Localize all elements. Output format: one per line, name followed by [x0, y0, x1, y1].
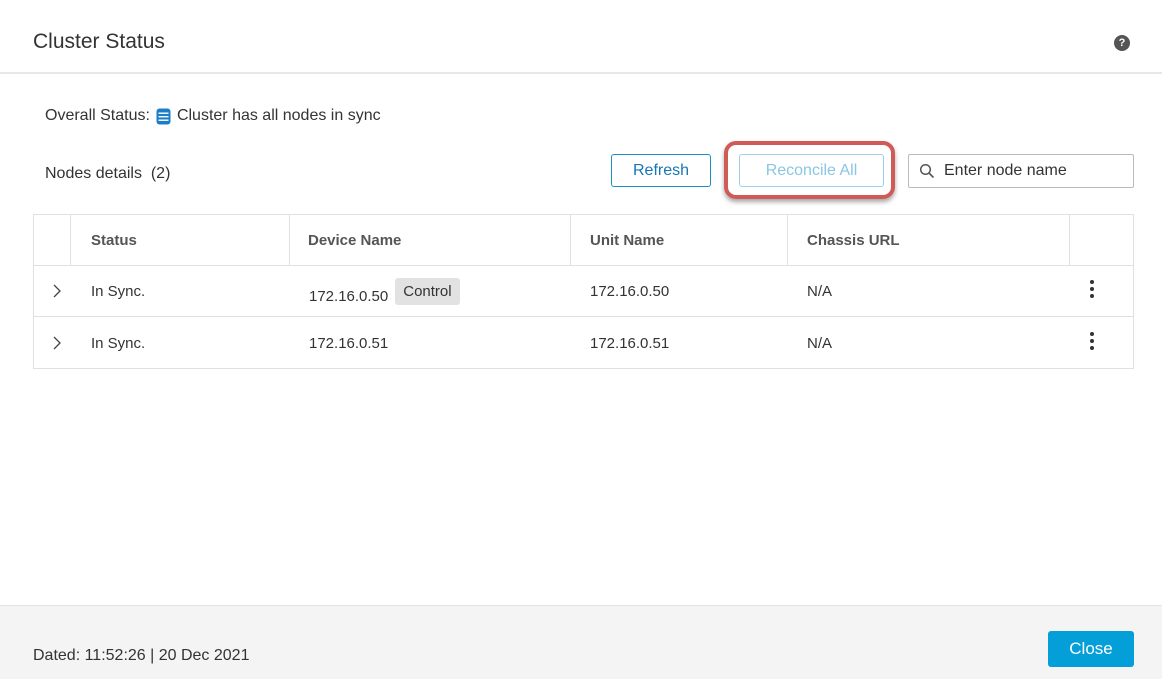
database-icon: [156, 108, 171, 124]
question-circle-icon[interactable]: ?: [1114, 35, 1130, 51]
search-input[interactable]: [944, 162, 1124, 180]
overall-status-text: Cluster has all nodes in sync: [176, 107, 381, 124]
nodes-count: (2): [150, 165, 171, 182]
nodes-details-heading: Nodes details (2): [45, 165, 170, 183]
dialog-header: Cluster Status ?: [0, 0, 1162, 74]
chevron-right-icon[interactable]: [52, 335, 62, 351]
reconcile-all-button[interactable]: Reconcile All: [739, 154, 884, 187]
row-unit-name: 172.16.0.50: [590, 283, 670, 300]
overall-status: Overall Status: Cluster has all nodes in…: [45, 107, 381, 125]
table-row: In Sync. 172.16.0.51 172.16.0.51 N/A: [34, 318, 1133, 369]
chevron-right-icon[interactable]: [52, 283, 62, 299]
more-options-icon[interactable]: [1089, 280, 1095, 300]
nodes-details-label: Nodes details: [45, 165, 142, 182]
device-name-text: 172.16.0.50: [309, 288, 389, 305]
nodes-table: Status Device Name Unit Name Chassis URL…: [33, 214, 1134, 369]
dated-timestamp: Dated: 11:52:26 | 20 Dec 2021: [33, 647, 250, 664]
close-button[interactable]: Close: [1048, 631, 1134, 667]
row-unit-name: 172.16.0.51: [590, 335, 670, 352]
column-header-status[interactable]: Status: [91, 232, 137, 249]
row-device-name: 172.16.0.50 Control: [309, 278, 460, 310]
control-badge: Control: [395, 278, 460, 305]
column-header-device-name[interactable]: Device Name: [308, 232, 401, 249]
row-status: In Sync.: [91, 335, 146, 352]
row-status: In Sync.: [91, 283, 146, 300]
column-header-unit-name[interactable]: Unit Name: [590, 232, 664, 249]
dialog-footer: Dated: 11:52:26 | 20 Dec 2021 Close: [0, 605, 1162, 679]
search-icon: [919, 163, 935, 179]
table-row: In Sync. 172.16.0.50 Control 172.16.0.50 …: [34, 266, 1133, 317]
row-device-name: 172.16.0.51: [309, 335, 389, 352]
node-search[interactable]: [908, 154, 1134, 188]
overall-status-label: Overall Status:: [45, 107, 150, 124]
column-header-chassis-url[interactable]: Chassis URL: [807, 232, 900, 249]
more-options-icon[interactable]: [1089, 332, 1095, 352]
row-chassis-url: N/A: [807, 335, 833, 352]
dialog-title: Cluster Status: [33, 30, 165, 53]
table-header-row: Status Device Name Unit Name Chassis URL: [34, 215, 1133, 266]
row-chassis-url: N/A: [807, 283, 833, 300]
refresh-button[interactable]: Refresh: [611, 154, 711, 187]
